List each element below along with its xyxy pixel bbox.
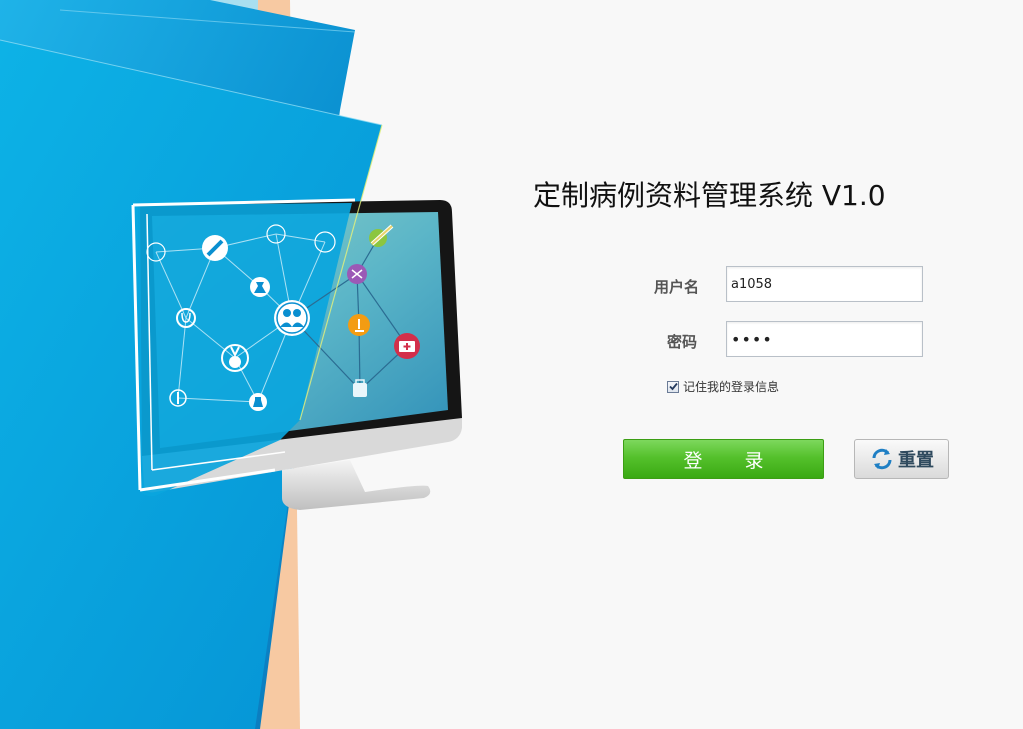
app-title: 定制病例资料管理系统 V1.0 xyxy=(533,179,886,212)
password-input[interactable] xyxy=(726,321,923,357)
microscope-icon xyxy=(348,314,370,336)
bottle-icon xyxy=(249,393,267,411)
flask-icon xyxy=(250,277,270,297)
remember-me-checkbox[interactable] xyxy=(667,380,679,393)
login-window: 定制病例资料管理系统 V1.0 用户名 密码 记住我的登录信息 登 录 重置 xyxy=(0,0,1023,729)
login-button[interactable]: 登 录 xyxy=(623,439,824,479)
checkmark-icon xyxy=(668,382,678,391)
refresh-icon xyxy=(872,448,892,470)
remember-me-row[interactable]: 记住我的登录信息 xyxy=(667,378,779,395)
medical-kit-icon xyxy=(394,333,420,359)
reset-button-label: 重置 xyxy=(898,450,934,471)
remember-me-label: 记住我的登录信息 xyxy=(683,380,780,394)
medical-illustration xyxy=(0,0,462,729)
password-label: 密码 xyxy=(667,333,698,351)
monitor-stand xyxy=(282,460,431,510)
pencil-icon xyxy=(202,235,228,261)
reset-button[interactable]: 重置 xyxy=(854,439,949,479)
username-label: 用户名 xyxy=(654,278,700,296)
scissors-icon xyxy=(347,264,367,284)
doctors-icon xyxy=(274,300,310,336)
username-input[interactable] xyxy=(726,266,923,302)
